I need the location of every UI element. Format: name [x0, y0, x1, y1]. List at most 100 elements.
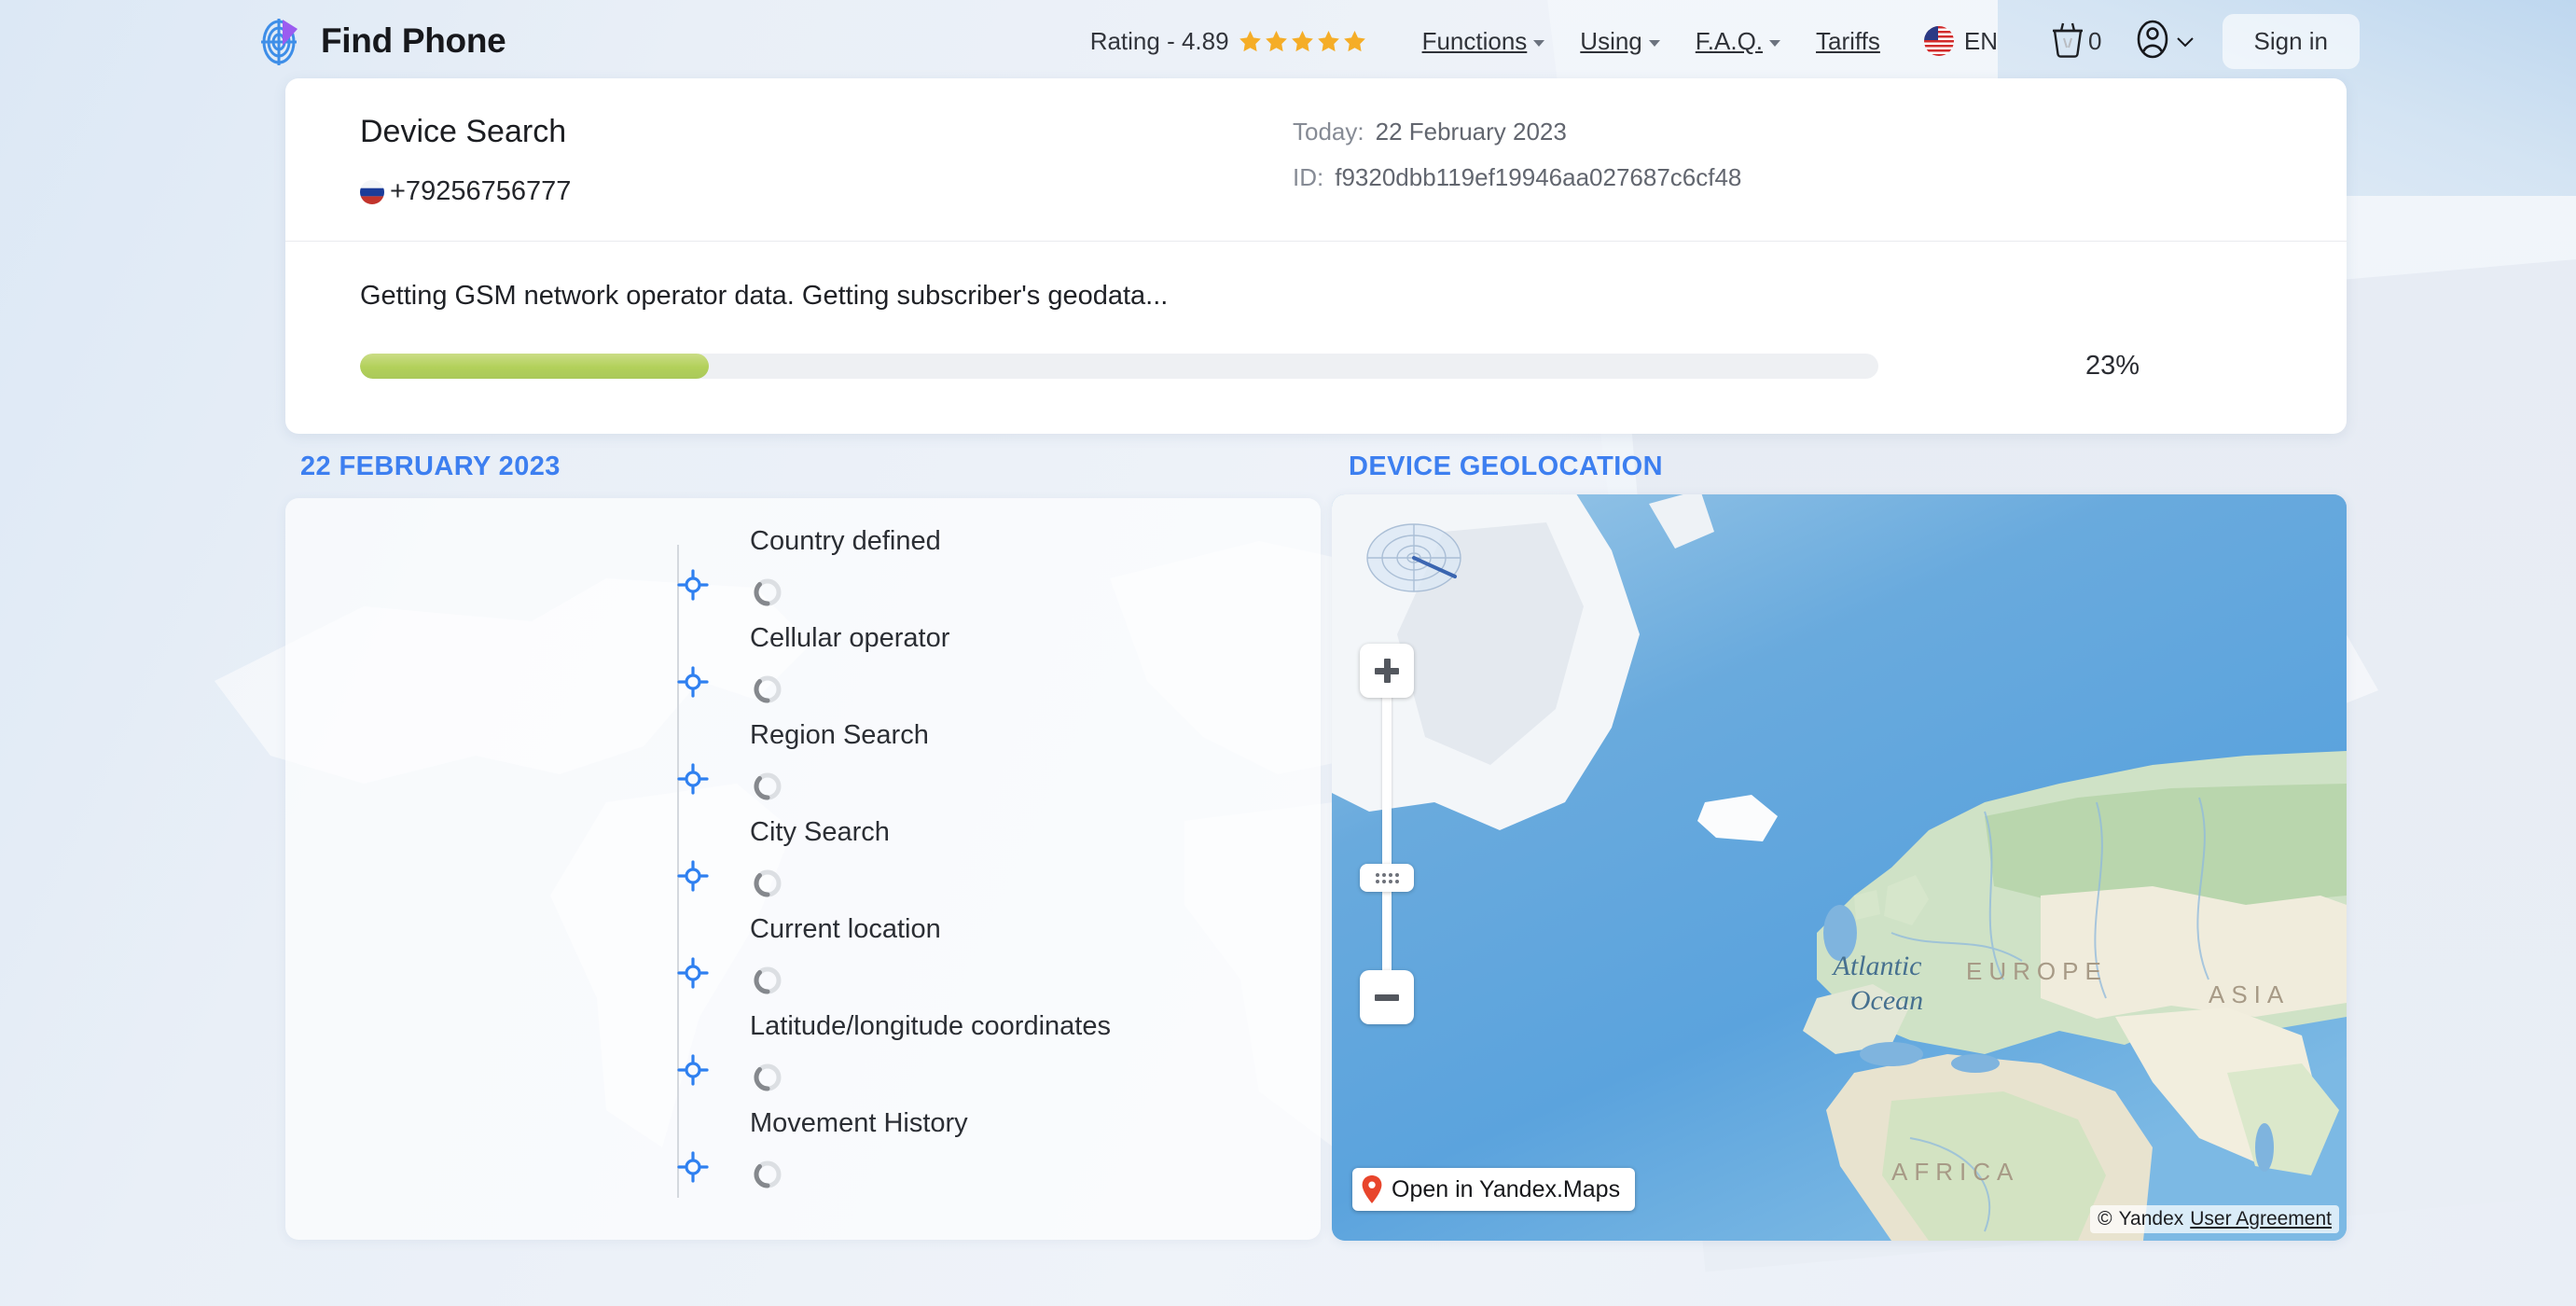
main-navigation: Rating - 4.89 Functions Using F.A.Q. Tar… — [1090, 13, 2360, 69]
search-card-header: Device Search +79256756777 Today: 22 Feb… — [285, 78, 2347, 241]
zoom-slider-track-upper[interactable] — [1382, 692, 1392, 869]
user-agreement-link[interactable]: User Agreement — [2190, 1208, 2332, 1230]
svg-text:Atlantic: Atlantic — [1832, 951, 1922, 981]
radar-compass-icon — [1365, 509, 1462, 606]
device-geolocation-map[interactable]: Atlantic Ocean EUROPE ASIA AFRICA Open i… — [1332, 494, 2347, 1241]
star-icon — [1316, 29, 1341, 54]
location-crosshair-icon — [677, 666, 709, 698]
timeline-item: Current location — [636, 914, 1321, 1017]
svg-text:EUROPE: EUROPE — [1966, 957, 2108, 985]
star-icon — [1342, 29, 1367, 54]
svg-text:ASIA: ASIA — [2209, 980, 2290, 1008]
nav-item-using[interactable]: Using — [1562, 27, 1677, 56]
phone-number: +79256756777 — [390, 176, 572, 206]
loading-spinner-icon — [752, 868, 783, 899]
location-crosshair-icon — [677, 860, 709, 892]
zoom-rail — [1382, 886, 1392, 976]
timeline-item-label: Movement History — [750, 1108, 968, 1138]
timeline-item: Latitude/longitude coordinates — [636, 1011, 1321, 1114]
drag-handle-icon — [1394, 872, 1399, 883]
nav-item-functions[interactable]: Functions — [1405, 27, 1563, 56]
open-in-yandex-maps-button[interactable]: Open in Yandex.Maps — [1352, 1168, 1636, 1211]
loading-spinner-icon — [752, 965, 783, 996]
page-title: Device Search — [360, 114, 567, 149]
timeline-item-label: Region Search — [750, 720, 929, 750]
map-heading: DEVICE GEOLOCATION — [1349, 452, 1663, 481]
nav-item-tariffs[interactable]: Tariffs — [1798, 27, 1898, 56]
copyright-symbol: © — [2098, 1208, 2112, 1230]
rating-display: Rating - 4.89 — [1090, 27, 1367, 56]
brand-logo-link[interactable]: Find Phone — [254, 14, 506, 68]
cart-count: 0 — [2088, 26, 2102, 55]
sign-in-button[interactable]: Sign in — [2222, 13, 2360, 69]
minus-icon — [1375, 993, 1399, 1001]
open-in-yandex-maps-label: Open in Yandex.Maps — [1392, 1175, 1621, 1202]
language-code: EN — [1963, 26, 1999, 55]
today-value: 22 February 2023 — [1375, 118, 1567, 146]
timeline-item-label: City Search — [750, 817, 890, 847]
timeline-item: Country defined — [636, 526, 1321, 629]
ru-flag-icon — [360, 179, 384, 204]
drag-handle-icon — [1375, 872, 1379, 883]
rating-label: Rating - 4.89 — [1089, 26, 1229, 55]
chevron-down-icon — [1533, 39, 1545, 47]
account-menu[interactable] — [2134, 19, 2195, 64]
nav-item-label: Tariffs — [1816, 26, 1880, 55]
svg-text:Ocean: Ocean — [1850, 985, 1923, 1016]
drag-handle-icon — [1388, 872, 1392, 883]
loading-spinner-icon — [752, 771, 783, 802]
search-card-meta: Today: 22 February 2023 ID: f9320dbb119e… — [1293, 114, 1741, 209]
loading-spinner-icon — [752, 674, 783, 705]
status-text: Getting GSM network operator data. Getti… — [360, 281, 1169, 311]
search-card-identity: Device Search +79256756777 — [285, 114, 1293, 209]
progress-bar-fill — [360, 354, 710, 379]
progress-bar-track — [360, 354, 1878, 379]
cart-button[interactable]: 0 — [2050, 21, 2102, 63]
loading-spinner-icon — [752, 577, 783, 608]
timeline-item-label: Latitude/longitude coordinates — [750, 1011, 1111, 1041]
site-header: Find Phone Rating - 4.89 Functions Using… — [0, 0, 2576, 82]
star-icon — [1238, 29, 1263, 54]
language-switcher[interactable]: EN — [1923, 26, 1999, 56]
map-zoom-control[interactable] — [1360, 644, 1414, 1024]
radar-target-icon — [254, 14, 308, 68]
device-search-card: Device Search +79256756777 Today: 22 Feb… — [285, 78, 2347, 434]
timeline-item-label: Cellular operator — [750, 623, 950, 653]
loading-spinner-icon — [752, 1062, 783, 1093]
star-icon — [1264, 29, 1289, 54]
map-tiles[interactable]: Atlantic Ocean EUROPE ASIA AFRICA — [1332, 494, 2347, 1241]
timeline-item: Cellular operator — [636, 623, 1321, 726]
svg-text:AFRICA: AFRICA — [1891, 1158, 2019, 1186]
phone-number-row: +79256756777 — [360, 176, 1293, 207]
loading-spinner-icon — [752, 1159, 783, 1190]
progress-percent-label: 23% — [2085, 351, 2140, 381]
basket-icon — [2050, 21, 2085, 63]
user-circle-icon — [2134, 19, 2171, 64]
timeline-list: Country defined Cellular operator Region… — [285, 526, 1321, 1211]
zoom-slider-track-lower[interactable] — [1382, 886, 1392, 976]
map-attribution: © Yandex User Agreement — [2090, 1205, 2339, 1233]
brand-name: Find Phone — [321, 21, 506, 60]
nav-item-label: Functions — [1421, 26, 1528, 55]
plus-icon — [1383, 659, 1391, 683]
timeline-item: Movement History — [636, 1108, 1321, 1211]
chevron-down-icon — [1769, 39, 1781, 47]
rating-stars — [1238, 29, 1367, 54]
timeline-item: Region Search — [636, 720, 1321, 823]
search-timeline-panel: Country defined Cellular operator Region… — [285, 498, 1321, 1240]
id-label: ID: — [1293, 163, 1324, 191]
location-crosshair-icon — [677, 1054, 709, 1086]
zoom-rail — [1382, 692, 1392, 869]
zoom-in-button[interactable] — [1360, 644, 1414, 698]
progress-row: 23% — [360, 351, 2272, 382]
chevron-down-icon — [2176, 35, 2195, 48]
nav-item-label: F.A.Q. — [1695, 26, 1764, 55]
map-pin-icon — [1362, 1175, 1382, 1203]
nav-item-faq[interactable]: F.A.Q. — [1678, 27, 1798, 56]
zoom-slider-handle[interactable] — [1360, 864, 1414, 892]
zoom-out-button[interactable] — [1360, 970, 1414, 1024]
map-provider: Yandex — [2118, 1208, 2184, 1230]
us-flag-icon — [1923, 26, 1954, 56]
today-row: Today: 22 February 2023 — [1293, 118, 1741, 146]
timeline-item-label: Country defined — [750, 526, 941, 556]
